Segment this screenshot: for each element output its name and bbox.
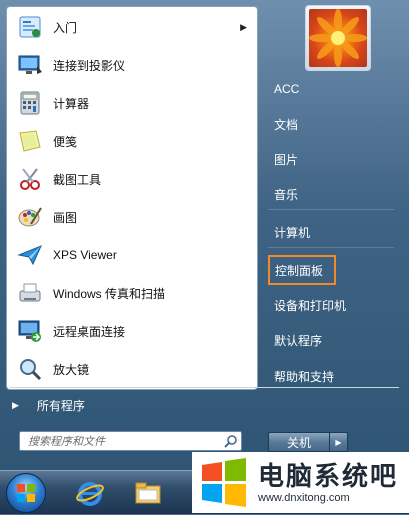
right-item-label: 音乐 [274,187,299,202]
program-item-calculator[interactable]: 计算器 [11,86,253,120]
program-label: 入门 [53,20,78,35]
magnifier-icon [15,354,45,384]
remote-desktop-icon [15,316,45,346]
program-item-snipping-tool[interactable]: 截图工具 [11,162,253,196]
search-placeholder: 搜索程序和文件 [28,436,105,448]
program-item-getting-started[interactable]: 入门 ▶ [11,10,253,44]
watermark-url: www.dnxitong.com [258,491,350,504]
shutdown-options-arrow-icon[interactable]: ▶ [330,432,348,452]
triangle-right-icon: ▶ [12,399,19,410]
program-label: XPS Viewer [53,248,117,262]
right-item-music[interactable]: 音乐 [268,179,394,209]
right-item-label: 帮助和支持 [274,369,335,384]
projector-icon [15,50,45,80]
program-label: 便笺 [53,134,78,149]
right-item-label: 文档 [274,117,299,132]
watermark-title: 电脑系统吧 [258,460,399,491]
right-item-label: 控制面板 [275,263,324,278]
flower-avatar-icon [309,9,367,67]
search-icon[interactable] [221,432,241,450]
start-menu: 入门 ▶ 连接到投影仪 计算器 便笺 截图工具 画图 XPS Viewer Wi… [0,0,409,470]
watermark: 电脑系统吧 www.dnxitong.com [192,452,409,513]
all-programs-label: 所有程序 [36,398,85,413]
all-programs-button[interactable]: ▶ 所有程序 [12,396,248,414]
program-label: 远程桌面连接 [53,324,126,339]
right-item-documents[interactable]: 文档 [268,109,394,139]
shutdown-group: 关机 ▶ [268,432,356,452]
right-item-acc[interactable]: ACC [268,74,394,104]
program-label: Windows 传真和扫描 [53,286,166,301]
program-item-sticky-notes[interactable]: 便笺 [11,124,253,158]
program-label: 计算器 [53,96,90,111]
right-item-label: 图片 [274,152,299,167]
program-item-projector[interactable]: 连接到投影仪 [11,48,253,82]
calculator-icon [15,88,45,118]
start-orb-icon[interactable] [6,473,46,513]
right-item-devices-printers[interactable]: 设备和打印机 [268,290,394,320]
snipping-tool-icon [15,164,45,194]
right-item-label: 默认程序 [274,333,323,348]
submenu-arrow-icon: ▶ [240,21,247,32]
program-item-fax-scan[interactable]: Windows 传真和扫描 [11,276,253,310]
paint-icon [15,202,45,232]
sticky-notes-icon [15,126,45,156]
program-item-remote-desktop[interactable]: 远程桌面连接 [11,314,253,348]
right-item-computer[interactable]: 计算机 [268,217,394,247]
user-picture[interactable] [305,5,371,71]
program-item-xps-viewer[interactable]: XPS Viewer [11,238,253,272]
right-item-label: ACC [274,82,300,96]
fax-scan-icon [15,278,45,308]
right-item-label: 计算机 [274,225,311,240]
shutdown-button[interactable]: 关机 [268,432,330,452]
divider [268,209,394,210]
search-input[interactable]: 搜索程序和文件 [19,431,242,451]
right-item-control-panel[interactable]: 控制面板 [268,255,336,285]
program-label: 截图工具 [53,172,102,187]
program-item-magnifier[interactable]: 放大镜 [11,352,253,386]
right-item-default-programs[interactable]: 默认程序 [268,325,394,355]
program-label: 画图 [53,210,78,225]
program-item-paint[interactable]: 画图 [11,200,253,234]
file-explorer-icon[interactable] [130,475,166,511]
xps-viewer-icon [15,240,45,270]
windows-logo-icon [202,457,246,507]
right-item-label: 设备和打印机 [274,298,347,313]
getting-started-icon [15,12,45,42]
right-item-help-support[interactable]: 帮助和支持 [268,361,394,391]
programs-pane: 入门 ▶ 连接到投影仪 计算器 便笺 截图工具 画图 XPS Viewer Wi… [6,6,258,390]
program-label: 放大镜 [53,362,90,377]
internet-explorer-icon[interactable] [72,475,108,511]
program-label: 连接到投影仪 [53,58,126,73]
right-item-pictures[interactable]: 图片 [268,144,394,174]
divider [268,247,394,248]
